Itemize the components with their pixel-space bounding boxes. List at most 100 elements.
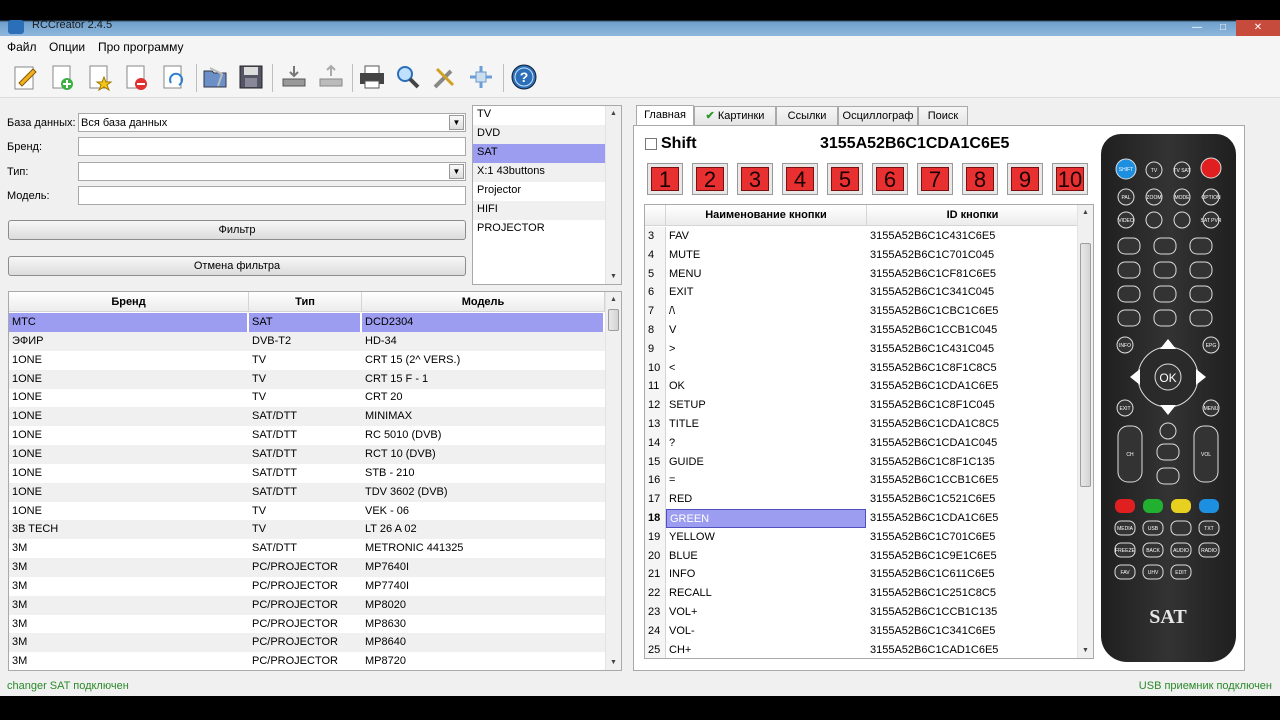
number-button-8[interactable]: 8	[962, 163, 998, 195]
type-list-item[interactable]: DVD	[473, 125, 621, 144]
table-row[interactable]: 17 RED 3155A52B6C1C521C6E5	[645, 490, 1079, 510]
table-row[interactable]: 3M PC/PROJECTOR MP8630	[9, 615, 605, 634]
table-row[interactable]: 25 CH+ 3155A52B6C1CAD1C6E5	[645, 640, 1079, 658]
column-brand[interactable]: Бренд	[9, 292, 249, 312]
save-button[interactable]	[234, 60, 268, 94]
table-row[interactable]: 10 <3155A52B6C1C8F1C8C5	[645, 358, 1079, 378]
number-button-1[interactable]: 1	[647, 163, 683, 195]
remove-button[interactable]	[119, 60, 153, 94]
number-button-2[interactable]: 2	[692, 163, 728, 195]
table-row[interactable]: 1ONE SAT/DTT STB - 210	[9, 464, 605, 483]
scroll-down-icon[interactable]: ▼	[606, 269, 621, 284]
type-list-item[interactable]: TV	[473, 106, 621, 125]
column-model[interactable]: Модель	[362, 292, 605, 312]
number-button-7[interactable]: 7	[917, 163, 953, 195]
menu-file[interactable]: Файл	[7, 40, 37, 54]
scroll-down-icon[interactable]: ▼	[1078, 643, 1093, 658]
table-row[interactable]: 22 RECALL 3155A52B6C1C251C8C5	[645, 584, 1079, 604]
export-button[interactable]	[314, 60, 348, 94]
table-row[interactable]: 21 INFO 3155A52B6C1C611C6E5	[645, 565, 1079, 585]
table-row[interactable]: 12 SETUP 3155A52B6C1C8F1C045	[645, 396, 1079, 416]
add-button[interactable]	[45, 60, 79, 94]
table-row[interactable]: 3M PC/PROJECTOR MP8640	[9, 633, 605, 653]
maximize-button[interactable]: □	[1210, 20, 1236, 36]
chevron-down-icon[interactable]: ▼	[449, 115, 464, 130]
move-button[interactable]	[464, 60, 498, 94]
type-list-item[interactable]: HIFI	[473, 201, 621, 220]
column-type[interactable]: Тип	[249, 292, 362, 312]
db-select[interactable]: Вся база данных ▼	[78, 113, 466, 132]
import-button[interactable]	[277, 60, 311, 94]
brand-input[interactable]	[78, 137, 466, 156]
minimize-button[interactable]: —	[1184, 20, 1210, 36]
tools-button[interactable]	[428, 60, 462, 94]
table-row[interactable]: 1ONE TV CRT 20	[9, 388, 605, 407]
table-row[interactable]: 1ONE TV VEK - 06	[9, 502, 605, 521]
column-button-id[interactable]: ID кнопки	[867, 205, 1079, 226]
table-row[interactable]: 1ONE SAT/DTT TDV 3602 (DVB)	[9, 482, 605, 502]
type-list-item[interactable]: SAT	[473, 144, 621, 163]
table-row[interactable]: 15 GUIDE 3155A52B6C1C8F1C135	[645, 452, 1079, 472]
device-grid[interactable]: Бренд Тип Модель MTC SAT DCD2304 ЭФИР DVB-T2…	[8, 291, 622, 671]
table-row[interactable]: 6 EXIT 3155A52B6C1C341C045	[645, 283, 1079, 303]
table-row[interactable]: 24 VOL- 3155A52B6C1C341C6E5	[645, 621, 1079, 641]
type-list-item[interactable]: PROJECTOR	[473, 220, 621, 239]
tab-oscilloscope[interactable]: Осциллограф	[838, 106, 918, 126]
table-row[interactable]: MTC SAT DCD2304	[9, 313, 605, 332]
scroll-up-icon[interactable]: ▲	[606, 292, 621, 307]
model-input[interactable]	[78, 186, 466, 205]
device-grid-scrollbar[interactable]: ▲ ▼	[605, 292, 621, 670]
table-row[interactable]: 3M PC/PROJECTOR MP8720	[9, 652, 605, 670]
table-row[interactable]: 14? 3155A52B6C1CDA1C045	[645, 433, 1079, 453]
number-button-6[interactable]: 6	[872, 163, 908, 195]
number-button-3[interactable]: 3	[737, 163, 773, 195]
type-select[interactable]: ▼	[78, 162, 466, 181]
table-row[interactable]: 3M PC/PROJECTOR MP7740I	[9, 577, 605, 596]
table-row[interactable]: ЭФИР DVB-T2 HD-34	[9, 331, 605, 351]
shift-checkbox[interactable]	[645, 138, 657, 150]
favorite-button[interactable]	[82, 60, 116, 94]
table-row[interactable]: 3M SAT/DTT METRONIC 441325	[9, 539, 605, 558]
help-button[interactable]: ?	[507, 60, 541, 94]
number-button-9[interactable]: 9	[1007, 163, 1043, 195]
buttons-grid[interactable]: Наименование кнопки ID кнопки 3 FAV 3155A5…	[644, 204, 1094, 659]
table-row[interactable]: 5 MENU 3155A52B6C1CF81C6E5	[645, 264, 1079, 284]
number-button-4[interactable]: 4	[782, 163, 818, 195]
table-row[interactable]: 7/\ 3155A52B6C1CBC1C6E5	[645, 302, 1079, 322]
table-row[interactable]: 3 FAV 3155A52B6C1C431C6E5	[645, 227, 1079, 246]
menu-options[interactable]: Опции	[49, 40, 85, 54]
type-list-item[interactable]: Projector	[473, 182, 621, 201]
buttons-grid-scrollbar[interactable]: ▲ ▼	[1077, 205, 1093, 658]
table-row[interactable]: 3M PC/PROJECTOR MP7640I	[9, 558, 605, 578]
table-row[interactable]: 1ONE SAT/DTT RCT 10 (DVB)	[9, 444, 605, 464]
scroll-up-icon[interactable]: ▲	[1078, 205, 1093, 220]
table-row[interactable]: 1ONE SAT/DTT MINIMAX	[9, 407, 605, 427]
refresh-button[interactable]	[156, 60, 190, 94]
table-row[interactable]: 20 BLUE 3155A52B6C1C9E1C6E5	[645, 546, 1079, 566]
table-row[interactable]: 13 TITLE 3155A52B6C1CDA1C8C5	[645, 415, 1079, 434]
type-list-scrollbar[interactable]: ▲ ▼	[605, 106, 621, 284]
table-row[interactable]: 23 VOL+ 3155A52B6C1CCB1C135	[645, 603, 1079, 622]
search-button[interactable]	[391, 60, 425, 94]
filter-button[interactable]: Фильтр	[8, 220, 466, 240]
table-row[interactable]: 1ONE TV CRT 15 F - 1	[9, 369, 605, 389]
table-row[interactable]: 19 YELLOW 3155A52B6C1C701C6E5	[645, 527, 1079, 547]
tab-links[interactable]: Ссылки	[776, 106, 838, 126]
table-row[interactable]: 8 V 3155A52B6C1CCB1C045	[645, 321, 1079, 340]
table-row[interactable]: 1ONE SAT/DTT RC 5010 (DVB)	[9, 426, 605, 445]
table-row[interactable]: 16 = 3155A52B6C1CCB1C6E5	[645, 471, 1079, 491]
open-button[interactable]	[198, 60, 232, 94]
table-row[interactable]: 18 GREEN 3155A52B6C1CDA1C6E5	[645, 509, 1079, 528]
number-button-5[interactable]: 5	[827, 163, 863, 195]
reset-filter-button[interactable]: Отмена фильтра	[8, 256, 466, 276]
table-row[interactable]: 3B TECH TV LT 26 A 02	[9, 520, 605, 540]
scroll-thumb[interactable]	[608, 309, 619, 331]
close-button[interactable]: ✕	[1236, 20, 1280, 36]
table-row[interactable]: 4 MUTE 3155A52B6C1C701C045	[645, 245, 1079, 265]
menu-about[interactable]: Про программу	[98, 40, 184, 54]
number-button-10[interactable]: 10	[1052, 163, 1088, 195]
chevron-down-icon[interactable]: ▼	[449, 164, 464, 179]
edit-button[interactable]	[8, 60, 42, 94]
type-list[interactable]: TV DVD SAT X:1 43buttons Projector HIFI PROJEC…	[472, 105, 622, 285]
tab-search[interactable]: Поиск	[918, 106, 968, 126]
